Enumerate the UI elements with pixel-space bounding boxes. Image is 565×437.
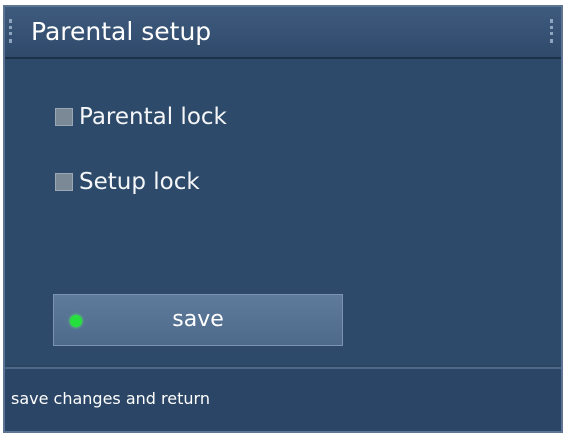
help-bar: save changes and return (5, 367, 561, 431)
setup-lock-label: Setup lock (79, 169, 200, 195)
title-left-dots (9, 19, 16, 43)
parental-lock-label: Parental lock (79, 104, 227, 130)
parental-lock-option[interactable]: Parental lock (55, 101, 227, 133)
help-text: save changes and return (11, 389, 210, 408)
settings-panel: Parental lock Setup lock save (5, 59, 561, 365)
window-title: Parental setup (31, 17, 212, 46)
save-button[interactable]: save (53, 294, 343, 346)
title-bar: Parental setup (5, 7, 561, 59)
save-button-label: save (172, 307, 224, 332)
title-right-dots (550, 19, 557, 43)
parental-lock-checkbox[interactable] (55, 108, 73, 126)
parental-setup-window: Parental setup Parental lock Setup lock … (3, 5, 563, 433)
setup-lock-option[interactable]: Setup lock (55, 166, 200, 198)
setup-lock-checkbox[interactable] (55, 173, 73, 191)
